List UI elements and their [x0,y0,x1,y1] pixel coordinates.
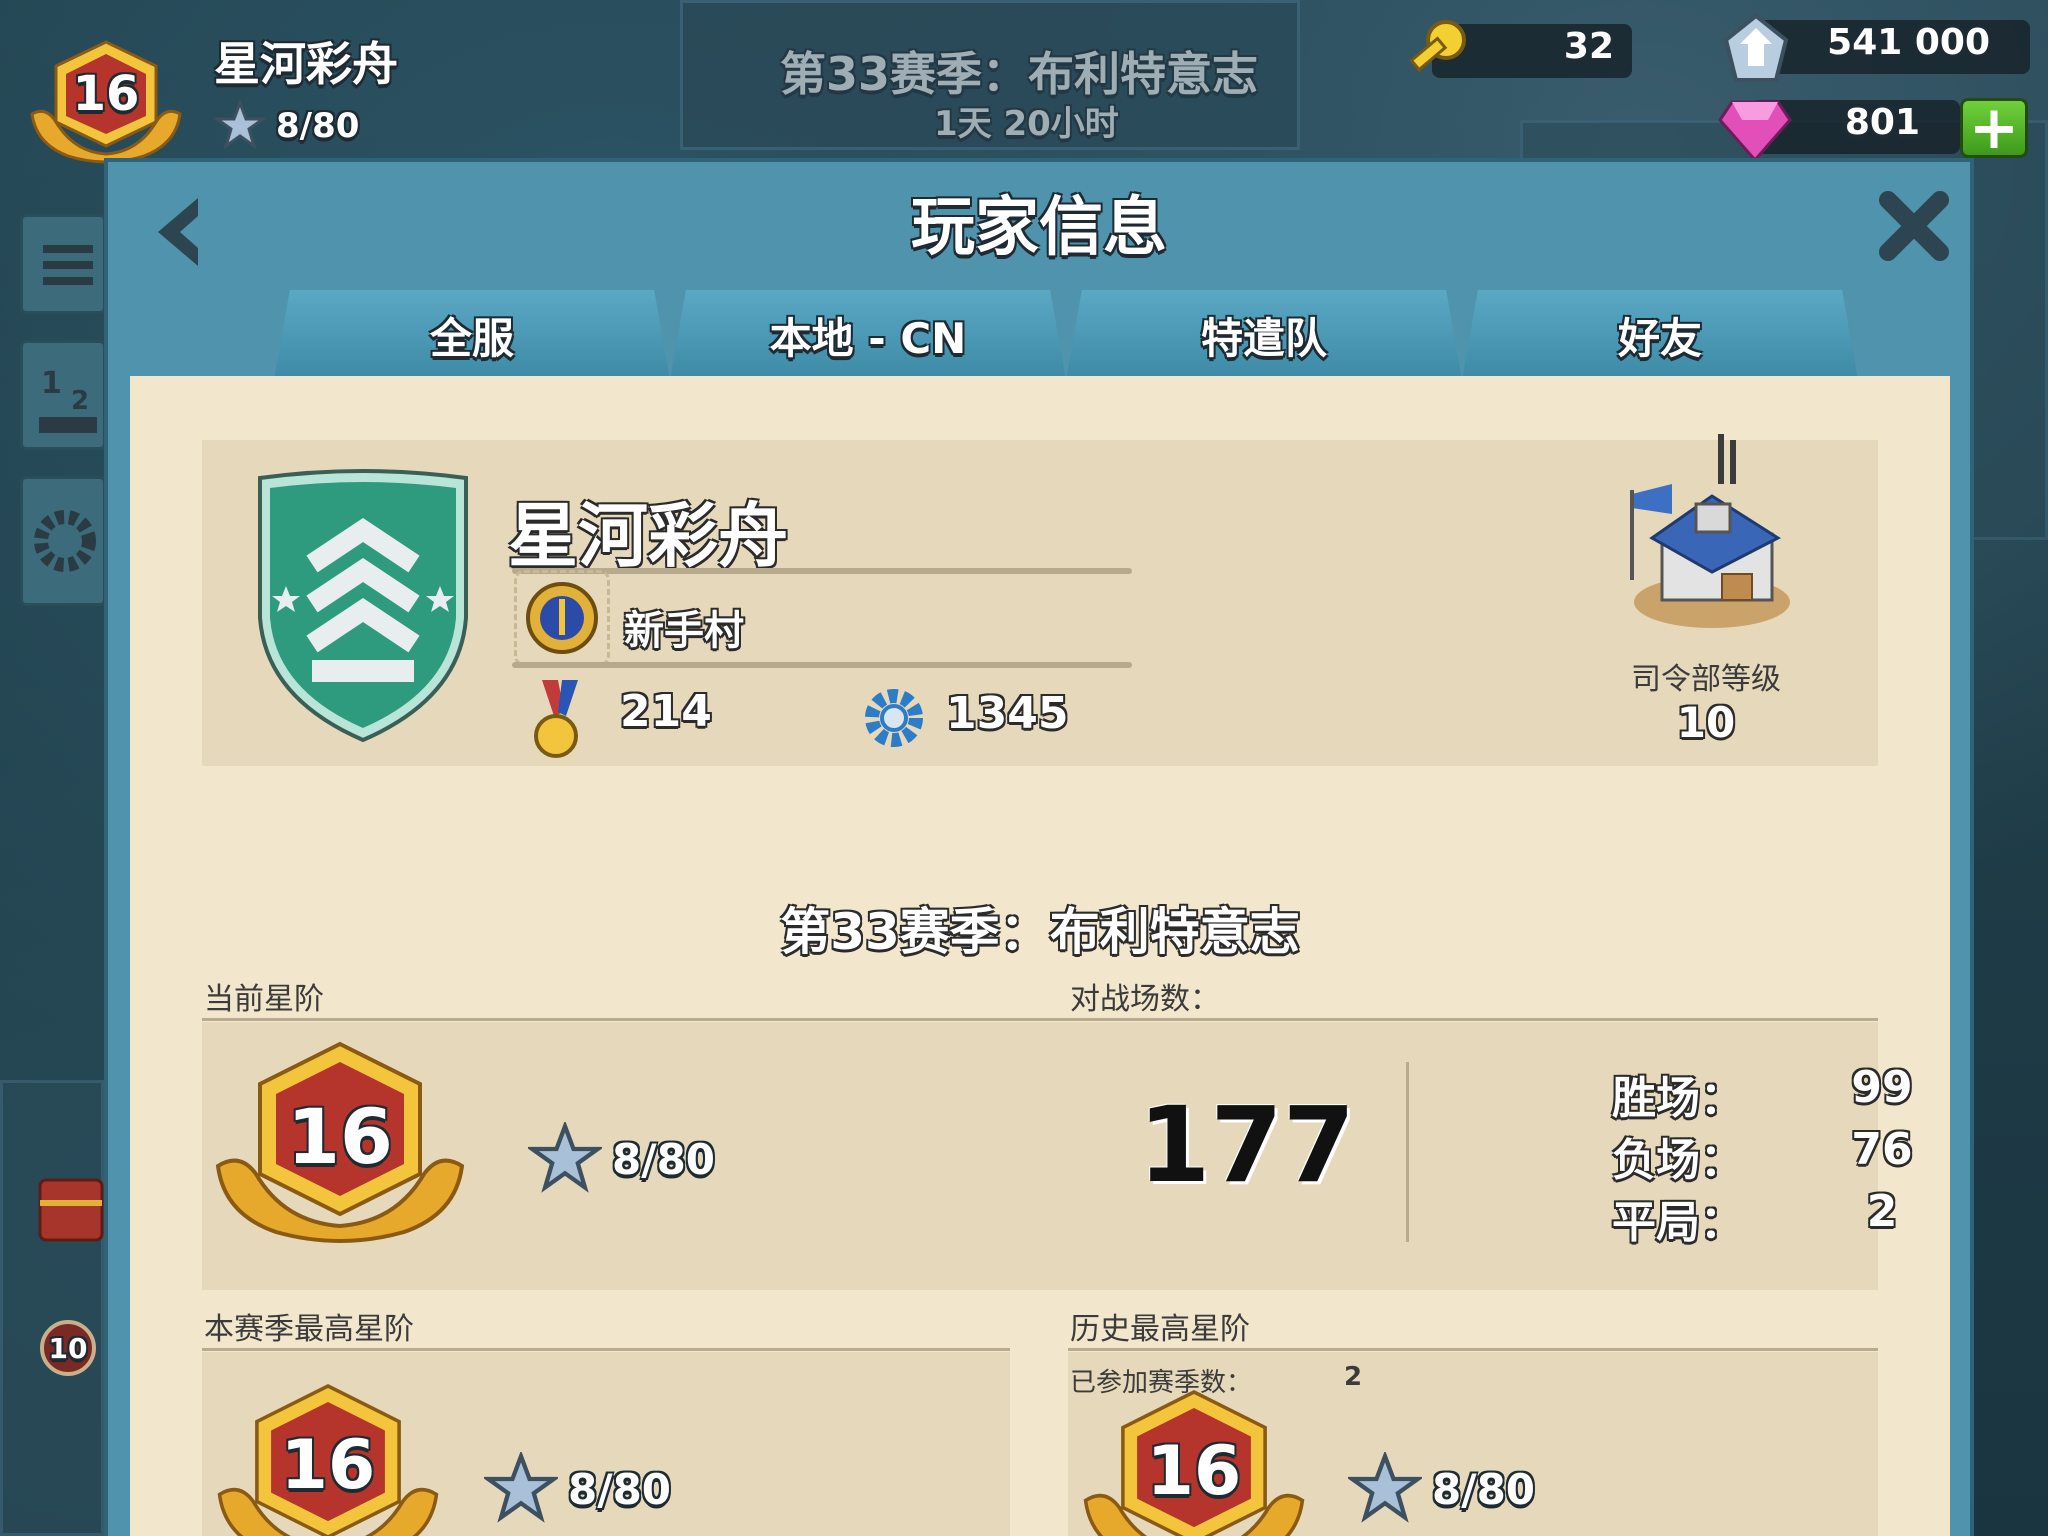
battles-label: 对战场数： [1070,982,1220,1017]
intel-value: 541 000 [1827,22,1990,63]
history-best-badge: 16 [1082,1388,1306,1536]
back-button[interactable] [148,192,208,272]
diamonds-value: 801 [1844,102,1920,143]
tab-local[interactable]: 本地 - CN [670,290,1066,380]
season-title: 第33赛季：布利特意志 [780,903,1300,961]
history-best-level: 16 [1146,1432,1242,1511]
tab-global[interactable]: 全服 [274,290,670,380]
section-divider [202,1018,1878,1021]
close-button[interactable] [1874,186,1954,266]
losses-value: 76 [1851,1124,1913,1175]
chevron-left-icon [158,198,198,266]
medal-icon [528,680,592,764]
history-best-card: 已参加赛季数： 2 16 8/80 [1068,1352,1878,1536]
intel-icon [1716,10,1796,94]
hud-stars: 8/80 [214,100,359,152]
section-divider [1068,1348,1878,1351]
tab-label: 本地 - CN [769,313,967,363]
current-rank-card: 16 8/80 177 胜场： 99 负场： 76 平局： 2 [202,1022,1913,1290]
hq-building-icon [1622,434,1792,638]
diamond-icon [1718,94,1792,168]
star-icon [1348,1452,1422,1523]
current-rank-level: 16 [287,1092,393,1181]
tab-bar: 全服 本地 - CN 特遣队 好友 [274,290,1864,380]
player-level-badge: 16 [26,36,186,166]
svg-text:2: 2 [71,386,89,416]
leaderboard-button[interactable]: 12 [20,340,106,450]
draws-value: 2 [1866,1186,1898,1237]
buy-diamonds-button[interactable]: + [1960,98,2028,158]
profile-player-name: 星河彩舟 [508,495,788,577]
history-best-stars-text: 8/80 [1432,1464,1536,1514]
hq-level-value: 10 [1676,698,1736,747]
seasons-joined-value: 2 [1344,1362,1363,1392]
star-icon [484,1452,558,1523]
hud-season-title: 第33赛季：布利特意志 [780,47,1259,101]
losses-label: 负场： [1612,1135,1744,1186]
season-best-stars-text: 8/80 [568,1464,672,1514]
star-icon [528,1122,602,1193]
hud-season-timer: 1天 20小时 [934,104,1119,144]
current-rank-badge: 16 [214,1040,466,1246]
stats-divider [1406,1062,1409,1242]
star-icon [214,100,266,150]
draws-label: 平局： [1612,1197,1744,1248]
task-force-underline [512,662,1132,668]
hud-stars-text: 8/80 [276,106,360,146]
keys-value: 32 [1563,26,1614,67]
battles-total: 177 [1138,1084,1356,1206]
menu-button[interactable] [20,214,106,314]
task-force-emblem[interactable] [514,570,610,666]
season-best-level: 16 [280,1426,376,1505]
plus-label: + [1968,93,2020,163]
player-name: 星河彩舟 [214,37,398,91]
close-icon [1879,191,1949,261]
current-rank-label: 当前星阶 [204,982,324,1017]
tab-friends[interactable]: 好友 [1462,290,1858,380]
svg-text:1: 1 [41,366,62,401]
background-structure [0,1080,104,1536]
victory-points-value: 1345 [946,688,1069,739]
player-info-panel: 玩家信息 全服 本地 - CN 特遣队 好友 星河彩舟 新手村 214 1345… [104,158,1974,1536]
section-divider [202,1348,1010,1351]
level-badge-side: 10 [40,1320,96,1376]
gear-icon [860,684,928,756]
medals-value: 214 [620,686,712,737]
tab-task-force[interactable]: 特遣队 [1066,290,1462,380]
key-icon [1396,14,1476,98]
season-best-label: 本赛季最高星阶 [204,1312,414,1347]
hq-level-label: 司令部等级 [1631,662,1781,697]
wins-value: 99 [1851,1062,1913,1113]
player-level-text: 16 [72,66,140,122]
season-best-card: 16 8/80 [202,1352,1010,1536]
history-best-label: 历史最高星阶 [1070,1312,1250,1347]
panel-title: 玩家信息 [911,191,1167,265]
profile-card: 星河彩舟 新手村 214 1345 司令部等级 10 [202,434,1878,766]
settings-button[interactable] [20,476,106,606]
current-stars-text: 8/80 [612,1134,716,1184]
chest-icon[interactable] [30,1160,110,1270]
tab-label: 好友 [1617,313,1702,363]
content-paper: 星河彩舟 新手村 214 1345 司令部等级 10 第33赛季：布利特意志 当… [130,376,1950,1536]
chest-level-text: 10 [48,1331,88,1365]
history-best-stars: 8/80 [1348,1452,1535,1526]
current-stars: 8/80 [528,1122,715,1196]
wins-label: 胜场： [1612,1073,1744,1124]
task-force-name: 新手村 [624,608,744,654]
season-best-badge: 16 [216,1382,440,1536]
tab-label: 特遣队 [1200,313,1327,363]
rank-shield-icon [250,468,476,748]
season-best-stars: 8/80 [484,1452,671,1526]
tab-label: 全服 [429,313,514,363]
